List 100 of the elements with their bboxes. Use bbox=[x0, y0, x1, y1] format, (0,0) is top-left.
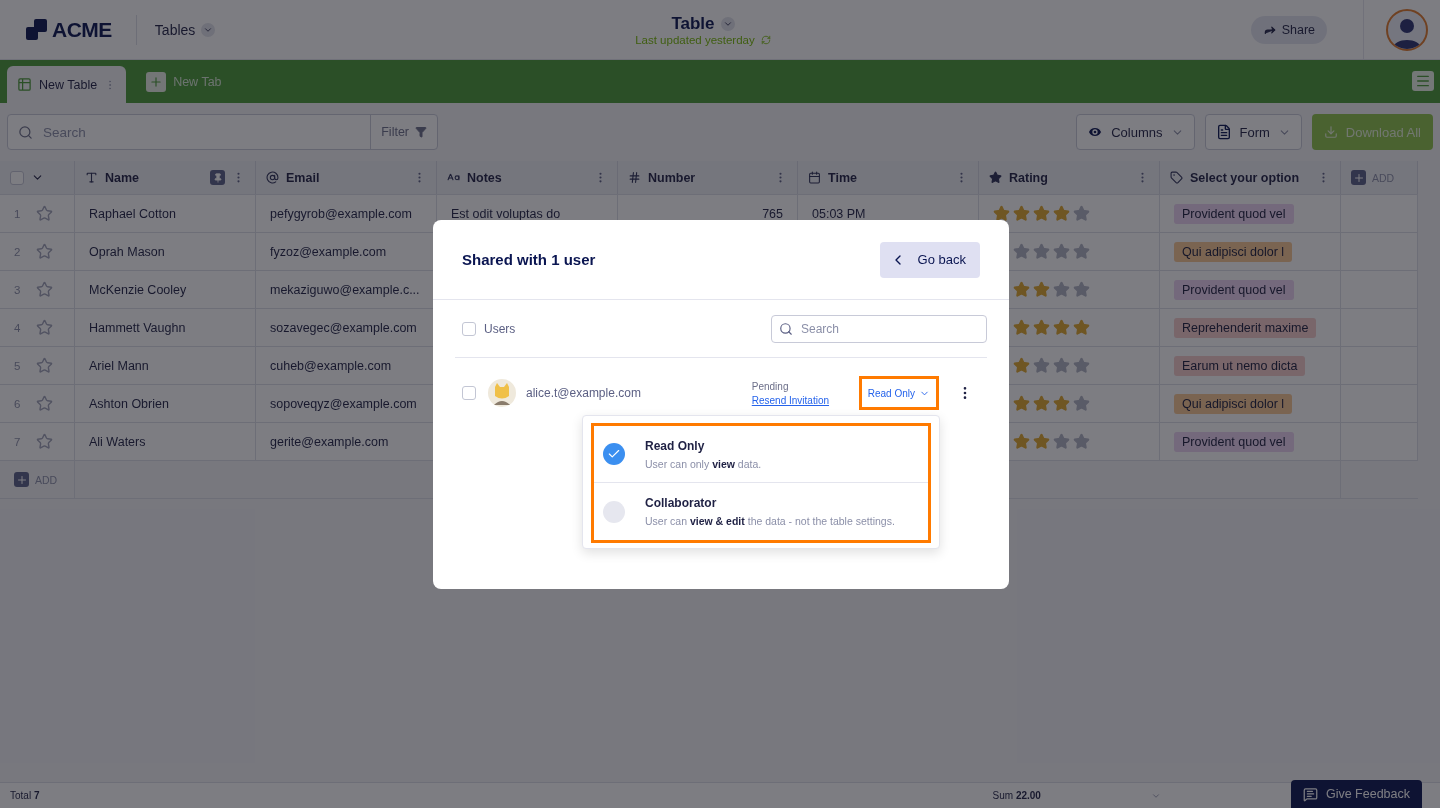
app-menu[interactable]: Tables bbox=[154, 21, 216, 38]
sum-value: Sum 22.00 bbox=[991, 790, 1042, 801]
plus-icon bbox=[146, 71, 167, 92]
role-option[interactable]: Read Only User can only view data. bbox=[594, 426, 928, 483]
radio-button[interactable] bbox=[603, 443, 625, 465]
star-icon[interactable] bbox=[36, 243, 53, 260]
plus-icon bbox=[14, 472, 29, 487]
chevron-down-icon[interactable] bbox=[720, 16, 735, 31]
option-tag: Reprehenderit maxime bbox=[1174, 317, 1317, 338]
tab[interactable]: New Tab bbox=[136, 63, 232, 100]
column-title: Notes bbox=[467, 170, 503, 185]
option-tag: Qui adipisci dolor l bbox=[1174, 241, 1293, 262]
table-cell: Ashton Obrien bbox=[89, 396, 169, 411]
search-icon bbox=[779, 321, 793, 336]
table-cell: cuheb@example.com bbox=[270, 358, 392, 373]
table-cell: sopoveqyz@example.com bbox=[270, 396, 417, 411]
logo-icon bbox=[26, 18, 48, 41]
option-tag: Provident quod vel bbox=[1174, 203, 1294, 224]
table-cell: gerite@example.com bbox=[270, 434, 389, 449]
star-rating[interactable] bbox=[993, 205, 1090, 222]
text-icon bbox=[85, 171, 98, 184]
option-tag: Earum ut nemo dicta bbox=[1174, 355, 1306, 376]
column-title: Select your option bbox=[1190, 170, 1301, 185]
table-cell: mekaziguwo@example.c... bbox=[270, 282, 420, 297]
star-icon[interactable] bbox=[36, 319, 53, 336]
table-cell: Ali Waters bbox=[89, 434, 146, 449]
option-tag: Qui adipisci dolor l bbox=[1174, 393, 1293, 414]
role-option[interactable]: Collaborator User can view & edit the data - not the table settings. bbox=[594, 483, 928, 540]
table-cell: Ariel Mann bbox=[89, 358, 149, 373]
column-title: Number bbox=[648, 170, 697, 185]
table-cell: McKenzie Cooley bbox=[89, 282, 187, 297]
tab[interactable]: New Table bbox=[7, 66, 127, 103]
download-icon bbox=[1323, 125, 1338, 139]
refresh-icon bbox=[760, 34, 771, 45]
back-button[interactable]: Go back bbox=[879, 241, 980, 278]
cat-avatar-icon bbox=[488, 379, 516, 407]
funnel-icon bbox=[415, 126, 427, 138]
option-tag: Provident quod vel bbox=[1174, 279, 1294, 300]
document-icon bbox=[1215, 124, 1232, 140]
checkbox[interactable] bbox=[10, 170, 24, 185]
column-title: Email bbox=[286, 170, 321, 185]
last-updated-text: Last updated yesterday bbox=[635, 33, 755, 46]
star-icon[interactable] bbox=[36, 357, 53, 374]
star-icon[interactable] bbox=[36, 433, 53, 450]
star-icon bbox=[989, 171, 1002, 184]
option-tag: Provident quod vel bbox=[1174, 431, 1294, 452]
users-label: Users bbox=[484, 321, 517, 336]
page-title: Table bbox=[671, 13, 715, 34]
table-cell: 765 bbox=[762, 206, 783, 221]
option-description: User can view & edit the data - not the table settings. bbox=[645, 515, 895, 527]
resend-link[interactable]: Resend Invitation bbox=[751, 394, 859, 406]
feedback-button[interactable]: Give Feedback bbox=[1290, 780, 1422, 808]
option-title: Read Only bbox=[645, 438, 706, 453]
checkbox[interactable] bbox=[462, 386, 476, 400]
star-icon[interactable] bbox=[36, 205, 53, 222]
form-button[interactable]: Form bbox=[1204, 114, 1302, 150]
star-rating[interactable] bbox=[1013, 243, 1090, 260]
star-rating[interactable] bbox=[1013, 395, 1090, 412]
calendar-icon bbox=[808, 171, 821, 184]
message-icon bbox=[1302, 786, 1318, 802]
user-email: alice.t@example.com bbox=[526, 386, 642, 400]
status-text: Pending bbox=[751, 380, 790, 392]
columns-button[interactable]: Columns bbox=[1076, 114, 1195, 150]
menu-icon bbox=[1415, 73, 1431, 89]
column-title: Name bbox=[105, 170, 141, 185]
table-cell: 05:03 PM bbox=[812, 206, 866, 221]
star-icon[interactable] bbox=[36, 281, 53, 298]
radio-button[interactable] bbox=[603, 500, 625, 523]
plus-icon bbox=[1351, 170, 1366, 185]
table-cell: sozavegec@example.com bbox=[270, 320, 417, 335]
share-button[interactable]: Share bbox=[1250, 15, 1327, 44]
tag-icon bbox=[1170, 171, 1183, 184]
at-icon bbox=[266, 171, 279, 184]
checkbox[interactable] bbox=[462, 321, 476, 336]
table-cell: Hammett Vaughn bbox=[89, 320, 186, 335]
table-cell: Raphael Cotton bbox=[89, 206, 176, 221]
column-title: Rating bbox=[1009, 170, 1049, 185]
user-search-field[interactable]: Search bbox=[771, 314, 987, 343]
star-rating[interactable] bbox=[1013, 433, 1090, 450]
role-dropdown[interactable]: Read Only bbox=[858, 376, 939, 410]
filter-button[interactable]: Filter bbox=[370, 115, 437, 149]
check-icon bbox=[607, 447, 621, 461]
star-rating[interactable] bbox=[1013, 319, 1090, 336]
logo-text: ACME bbox=[52, 17, 112, 42]
star-rating[interactable] bbox=[1013, 281, 1090, 298]
hash-icon bbox=[628, 171, 641, 184]
table-cell: fyzoz@example.com bbox=[270, 244, 387, 259]
star-icon[interactable] bbox=[36, 395, 53, 412]
chevron-down-icon bbox=[201, 22, 216, 37]
search-icon bbox=[18, 124, 33, 140]
table-cell: pefygyrob@example.com bbox=[270, 206, 412, 221]
table-cell: Est odit voluptas do bbox=[451, 206, 561, 221]
star-rating[interactable] bbox=[1013, 357, 1090, 374]
column-title: Time bbox=[828, 170, 858, 185]
option-title: Collaborator bbox=[645, 496, 718, 510]
user-avatar[interactable] bbox=[1386, 8, 1428, 51]
dialog-title: Shared with 1 user bbox=[462, 251, 596, 268]
menu-button[interactable] bbox=[1412, 71, 1434, 91]
option-description: User can only view data. bbox=[645, 457, 762, 470]
pin-icon[interactable] bbox=[210, 170, 225, 185]
